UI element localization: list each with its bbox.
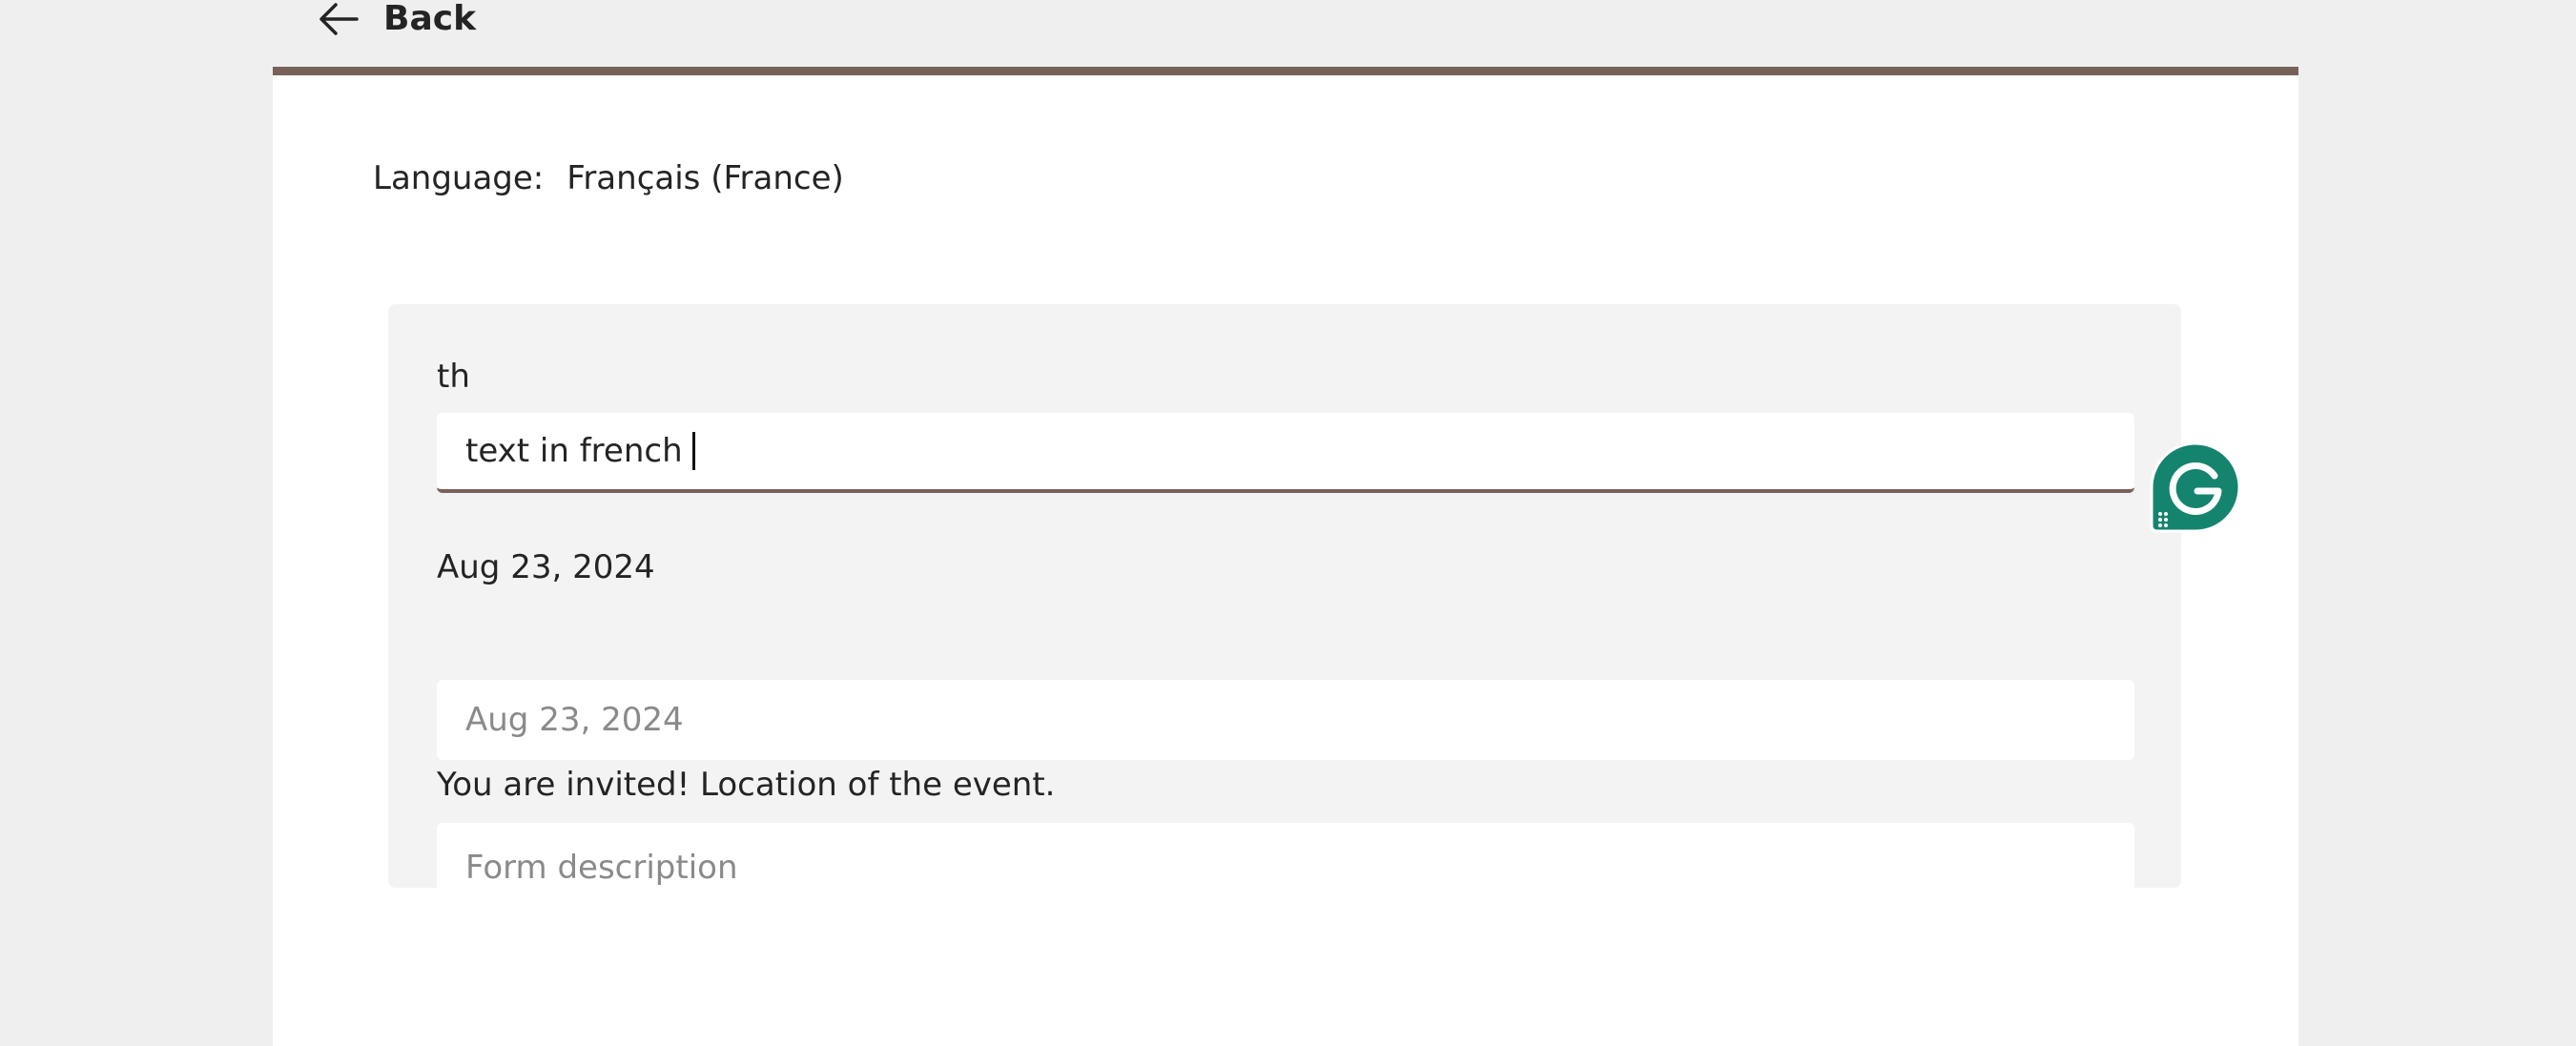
form-header-card: th text in french Aug 23, 2024 Aug 23, 2… [388, 304, 2181, 913]
title-translation-value: text in french [465, 432, 683, 470]
grammarly-icon[interactable] [2150, 441, 2241, 533]
language-row: Language: Français (France) [373, 159, 844, 197]
translation-panel: Language: Français (France) th text in f… [273, 67, 2298, 1046]
language-label: Language: [373, 159, 545, 197]
date-original-text: Aug 23, 2024 [437, 548, 655, 586]
date-placeholder: Aug 23, 2024 [465, 701, 684, 739]
text-cursor [691, 432, 695, 470]
back-button[interactable]: Back [319, 0, 476, 38]
description-placeholder: Form description [465, 849, 738, 887]
date-translation-input[interactable]: Aug 23, 2024 [437, 680, 2134, 760]
description-translation-input[interactable]: Form description [437, 823, 2134, 913]
title-translation-input[interactable]: text in french [437, 413, 2134, 493]
description-original-text: You are invited! Location of the event. [437, 766, 1056, 804]
arrow-left-icon [319, 2, 359, 36]
back-label: Back [383, 0, 477, 38]
language-value: Français (France) [567, 159, 844, 197]
title-original-text: th [437, 358, 470, 396]
top-bar: Back [0, 0, 2576, 67]
